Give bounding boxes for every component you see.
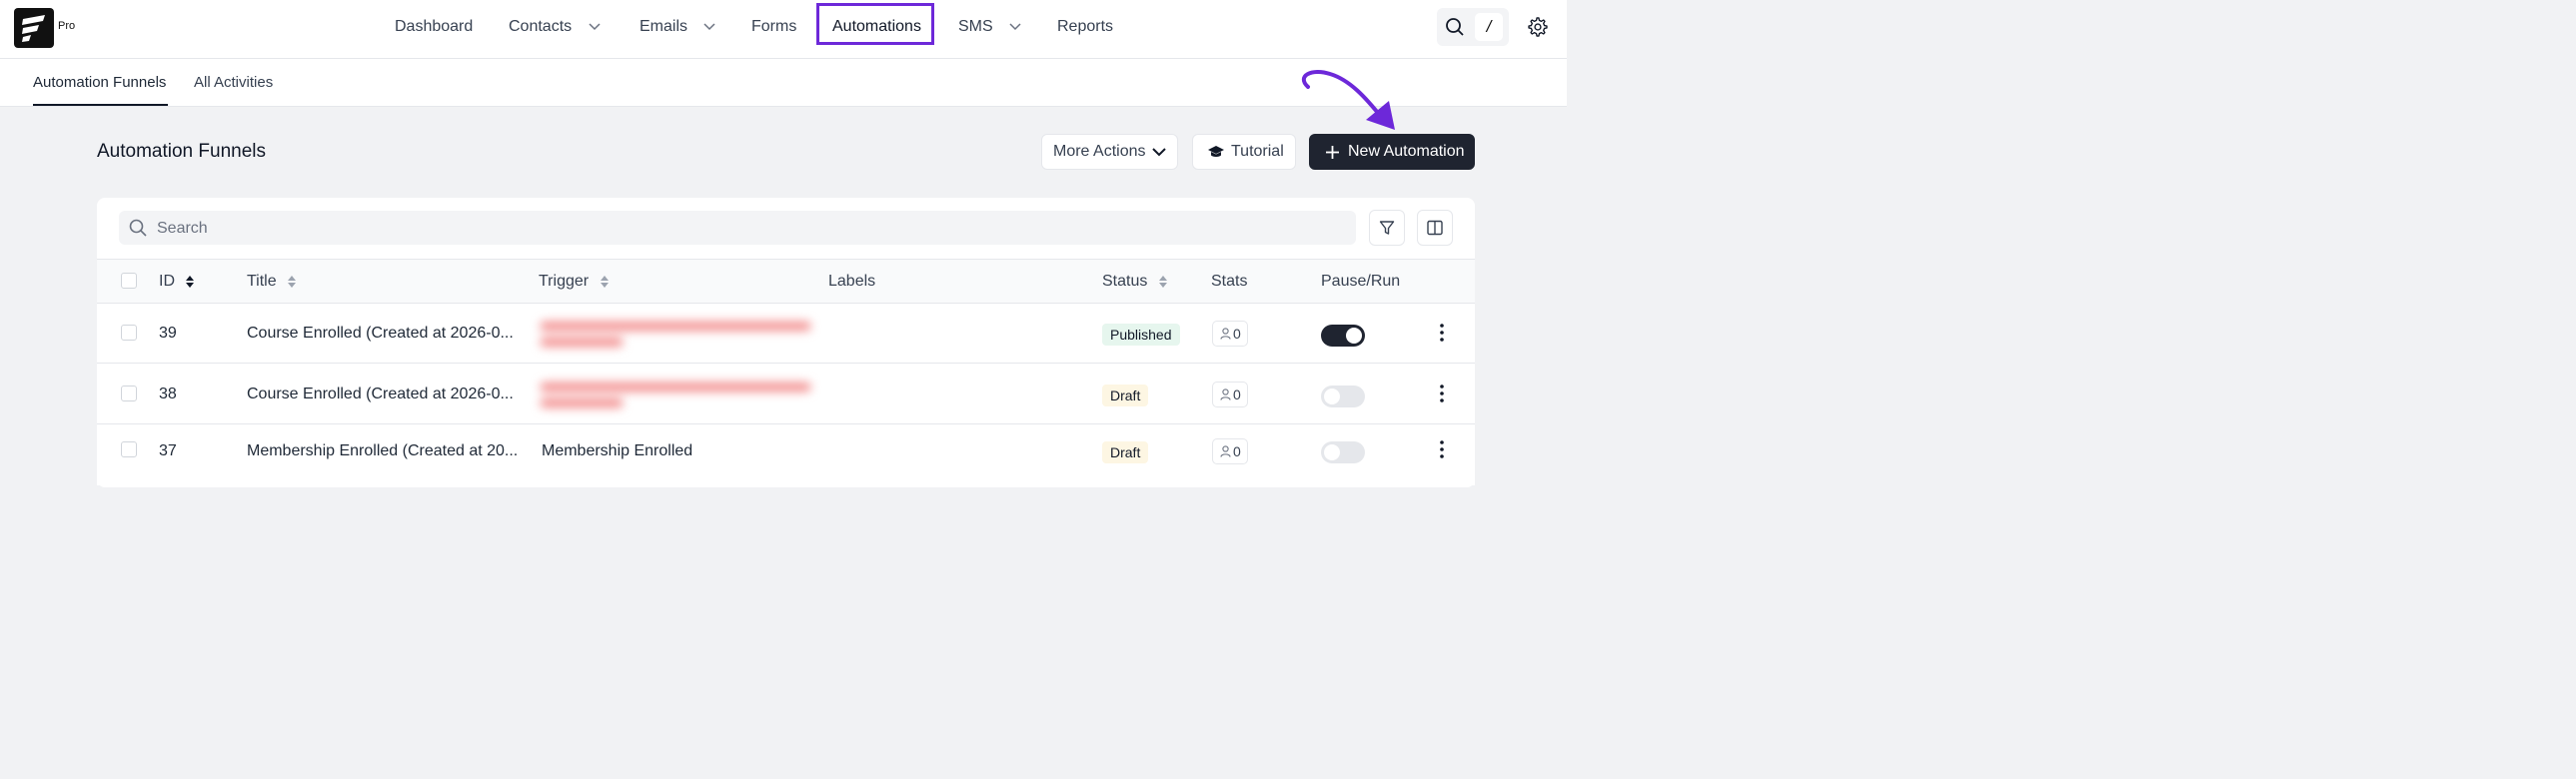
- nav-forms-label: Forms: [751, 18, 797, 35]
- tab-all-activities[interactable]: All Activities: [194, 74, 273, 91]
- nav-reports-label: Reports: [1057, 18, 1114, 35]
- plus-icon: [1326, 145, 1339, 159]
- pause-run-toggle[interactable]: [1321, 441, 1365, 463]
- active-tab-indicator: [33, 104, 168, 106]
- row-id: 37: [159, 442, 177, 459]
- automations-highlight-box: [816, 3, 934, 45]
- column-header-title[interactable]: Title: [247, 273, 297, 291]
- columns-icon: [1427, 220, 1443, 236]
- sort-icon: [1158, 275, 1167, 288]
- column-header-title-label: Title: [247, 273, 277, 290]
- chevron-down-icon: [589, 23, 601, 30]
- row-title-link[interactable]: Course Enrolled (Created at 2026-0...: [247, 325, 514, 343]
- sort-icon: [288, 275, 297, 288]
- status-badge: Draft: [1102, 441, 1149, 463]
- row-id: 39: [159, 325, 177, 342]
- nav-forms[interactable]: Forms: [751, 17, 796, 37]
- nav-emails[interactable]: Emails: [640, 17, 715, 37]
- fluentcrm-logo[interactable]: [14, 8, 54, 48]
- row-title-link[interactable]: Course Enrolled (Created at 2026-0...: [247, 386, 514, 403]
- tutorial-button[interactable]: Tutorial: [1192, 134, 1296, 170]
- user-icon: [1220, 389, 1231, 400]
- row-checkbox[interactable]: [121, 325, 137, 341]
- search-field[interactable]: [119, 211, 1356, 247]
- column-header-pause-run-label: Pause/Run: [1321, 273, 1401, 290]
- nav-contacts-label: Contacts: [509, 18, 573, 35]
- search-icon: [129, 219, 147, 237]
- stats-counter[interactable]: 0: [1212, 438, 1248, 464]
- redacted-trigger: [537, 313, 816, 353]
- row-checkbox[interactable]: [121, 386, 137, 401]
- automation-funnels-table-card: ID Title Trigger Labels Status Stats Pau…: [97, 198, 1475, 487]
- filter-icon: [1379, 221, 1395, 235]
- filter-button[interactable]: [1369, 210, 1405, 246]
- pause-run-toggle[interactable]: [1321, 386, 1365, 407]
- sort-icon: [186, 275, 195, 288]
- nav-reports[interactable]: Reports: [1057, 17, 1113, 37]
- more-options-icon[interactable]: [1440, 385, 1444, 402]
- stats-counter[interactable]: 0: [1212, 321, 1248, 347]
- search-icon: [1446, 18, 1464, 36]
- row-title-link[interactable]: Membership Enrolled (Created at 20...: [247, 442, 518, 460]
- stats-count: 0: [1233, 387, 1241, 402]
- status-badge: Published: [1102, 324, 1180, 346]
- new-automation-button[interactable]: New Automation: [1309, 134, 1475, 170]
- annotation-arrow-icon: [1301, 69, 1395, 130]
- more-actions-label: More Actions: [1053, 143, 1146, 160]
- column-header-trigger[interactable]: Trigger: [539, 273, 610, 291]
- nav-dashboard-label: Dashboard: [395, 18, 474, 35]
- row-checkbox[interactable]: [121, 441, 137, 457]
- stats-count: 0: [1233, 443, 1241, 459]
- row-id: 38: [159, 386, 177, 402]
- tab-automation-funnels[interactable]: Automation Funnels: [33, 74, 166, 91]
- more-options-icon[interactable]: [1440, 324, 1444, 342]
- column-header-status-label: Status: [1102, 273, 1148, 290]
- table-row[interactable]: 39 Course Enrolled (Created at 2026-0...…: [97, 304, 1475, 364]
- table-row[interactable]: 37 Membership Enrolled (Created at 20...…: [97, 425, 1475, 485]
- sort-icon: [600, 275, 609, 288]
- column-header-stats: Stats: [1211, 273, 1247, 291]
- more-options-icon[interactable]: [1440, 440, 1444, 458]
- column-header-stats-label: Stats: [1211, 273, 1248, 290]
- search-input[interactable]: [155, 211, 1348, 247]
- top-navigation-bar: Pro Dashboard Contacts Emails Forms Auto…: [0, 0, 1567, 59]
- tutorial-label: Tutorial: [1231, 143, 1284, 160]
- column-header-trigger-label: Trigger: [539, 273, 590, 290]
- more-actions-button[interactable]: More Actions: [1041, 134, 1178, 170]
- table-header: ID Title Trigger Labels Status Stats Pau…: [97, 259, 1475, 304]
- chevron-down-icon: [703, 23, 715, 30]
- new-automation-label: New Automation: [1348, 143, 1465, 160]
- nav-sms-label: SMS: [958, 18, 993, 35]
- table-row[interactable]: 38 Course Enrolled (Created at 2026-0...…: [97, 365, 1475, 424]
- columns-toggle-button[interactable]: [1417, 210, 1453, 246]
- user-icon: [1220, 445, 1231, 457]
- page-title: Automation Funnels: [97, 141, 266, 162]
- nav-contacts[interactable]: Contacts: [509, 17, 601, 37]
- global-search-button[interactable]: /: [1437, 8, 1509, 46]
- pro-label: Pro: [58, 20, 76, 32]
- graduation-cap-icon: [1208, 146, 1224, 157]
- status-badge: Draft: [1102, 385, 1149, 406]
- user-icon: [1220, 328, 1231, 340]
- chevron-down-icon: [1152, 147, 1167, 156]
- select-all-checkbox[interactable]: [121, 273, 137, 289]
- pause-run-toggle[interactable]: [1321, 325, 1365, 347]
- column-header-pause-run: Pause/Run: [1321, 273, 1400, 291]
- stats-counter[interactable]: 0: [1212, 382, 1248, 407]
- column-header-id-label: ID: [159, 273, 175, 290]
- redacted-trigger: [537, 374, 816, 413]
- column-header-labels: Labels: [828, 273, 875, 291]
- gear-icon[interactable]: [1527, 16, 1549, 38]
- column-header-status[interactable]: Status: [1102, 273, 1168, 291]
- search-shortcut-key: /: [1475, 13, 1503, 41]
- chevron-down-icon: [1009, 23, 1021, 30]
- row-trigger: Membership Enrolled: [542, 442, 693, 459]
- nav-sms[interactable]: SMS: [958, 17, 1021, 37]
- stats-count: 0: [1233, 326, 1241, 342]
- column-header-labels-label: Labels: [828, 273, 876, 290]
- column-header-id[interactable]: ID: [159, 273, 195, 291]
- nav-dashboard[interactable]: Dashboard: [395, 17, 473, 37]
- nav-emails-label: Emails: [640, 18, 688, 35]
